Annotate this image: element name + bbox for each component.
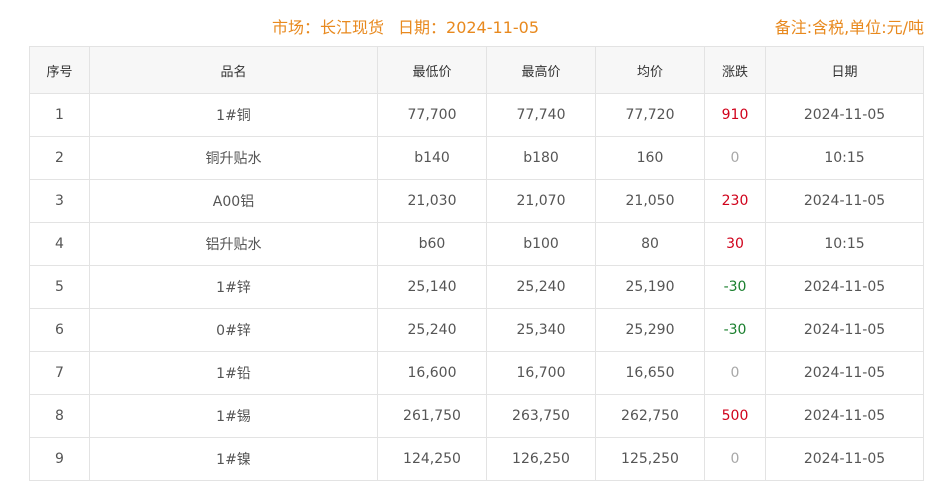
cell-date: 10:15 [765,136,924,180]
cell-low: 25,140 [377,265,487,309]
market-date-line: 市场：长江现货 日期：2024-11-05 [272,14,539,38]
cell-name: 0#锌 [89,308,378,352]
cell-high: 263,750 [486,394,596,438]
table-row: 2 铜升贴水 b140 b180 160 0 10:15 [29,136,924,180]
cell-low: 25,240 [377,308,487,352]
date-label: 日期：2024-11-05 [398,18,540,37]
cell-high: 21,070 [486,179,596,223]
cell-change: 500 [704,394,766,438]
cell-high: 25,240 [486,265,596,309]
cell-change: 230 [704,179,766,223]
cell-date: 2024-11-05 [765,93,924,137]
cell-high: 126,250 [486,437,596,481]
cell-high: 25,340 [486,308,596,352]
cell-no: 1 [29,93,90,137]
cell-avg: 21,050 [595,179,705,223]
table-row: 8 1#锡 261,750 263,750 262,750 500 2024-1… [29,394,924,438]
cell-no: 4 [29,222,90,266]
cell-change: -30 [704,308,766,352]
cell-no: 7 [29,351,90,395]
column-header-date: 日期 [765,46,924,94]
cell-change: 30 [704,222,766,266]
table-row: 6 0#锌 25,240 25,340 25,290 -30 2024-11-0… [29,308,924,352]
cell-date: 2024-11-05 [765,394,924,438]
cell-name: 1#铜 [89,93,378,137]
cell-no: 8 [29,394,90,438]
table-row: 4 铝升贴水 b60 b100 80 30 10:15 [29,222,924,266]
cell-change: 910 [704,93,766,137]
cell-no: 6 [29,308,90,352]
cell-change: -30 [704,265,766,309]
cell-high: 16,700 [486,351,596,395]
column-header-no: 序号 [29,46,90,94]
cell-date: 2024-11-05 [765,265,924,309]
cell-avg: 125,250 [595,437,705,481]
table-row: 5 1#锌 25,140 25,240 25,190 -30 2024-11-0… [29,265,924,309]
cell-name: 1#锡 [89,394,378,438]
cell-high: 77,740 [486,93,596,137]
cell-avg: 25,190 [595,265,705,309]
column-header-avg: 均价 [595,46,705,94]
cell-avg: 25,290 [595,308,705,352]
cell-change: 0 [704,351,766,395]
page-header: 市场：长江现货 日期：2024-11-05 备注:含税,单位:元/吨 [0,0,950,46]
price-table: 序号 品名 最低价 最高价 均价 涨跌 日期 1 1#铜 77,700 77,7… [29,46,924,481]
table-row: 1 1#铜 77,700 77,740 77,720 910 2024-11-0… [29,93,924,137]
cell-change: 0 [704,136,766,180]
cell-avg: 77,720 [595,93,705,137]
cell-avg: 262,750 [595,394,705,438]
cell-low: b60 [377,222,487,266]
unit-note: 备注:含税,单位:元/吨 [774,18,924,37]
cell-name: A00铝 [89,179,378,223]
cell-low: 124,250 [377,437,487,481]
column-header-name: 品名 [89,46,378,94]
column-header-low: 最低价 [377,46,487,94]
cell-name: 1#镍 [89,437,378,481]
cell-low: 21,030 [377,179,487,223]
column-header-change: 涨跌 [704,46,766,94]
cell-name: 铜升贴水 [89,136,378,180]
cell-avg: 16,650 [595,351,705,395]
cell-avg: 80 [595,222,705,266]
cell-high: b180 [486,136,596,180]
cell-avg: 160 [595,136,705,180]
cell-name: 铝升贴水 [89,222,378,266]
cell-change: 0 [704,437,766,481]
cell-no: 2 [29,136,90,180]
cell-date: 2024-11-05 [765,308,924,352]
table-row: 3 A00铝 21,030 21,070 21,050 230 2024-11-… [29,179,924,223]
cell-date: 10:15 [765,222,924,266]
cell-no: 9 [29,437,90,481]
market-label: 市场：长江现货 [272,18,385,37]
cell-date: 2024-11-05 [765,179,924,223]
cell-name: 1#锌 [89,265,378,309]
cell-date: 2024-11-05 [765,437,924,481]
cell-low: 261,750 [377,394,487,438]
cell-low: 16,600 [377,351,487,395]
cell-no: 5 [29,265,90,309]
table-row: 7 1#铅 16,600 16,700 16,650 0 2024-11-05 [29,351,924,395]
cell-no: 3 [29,179,90,223]
cell-high: b100 [486,222,596,266]
cell-low: 77,700 [377,93,487,137]
table-header-row: 序号 品名 最低价 最高价 均价 涨跌 日期 [29,46,924,94]
table-row: 9 1#镍 124,250 126,250 125,250 0 2024-11-… [29,437,924,481]
cell-name: 1#铅 [89,351,378,395]
cell-date: 2024-11-05 [765,351,924,395]
column-header-high: 最高价 [486,46,596,94]
cell-low: b140 [377,136,487,180]
